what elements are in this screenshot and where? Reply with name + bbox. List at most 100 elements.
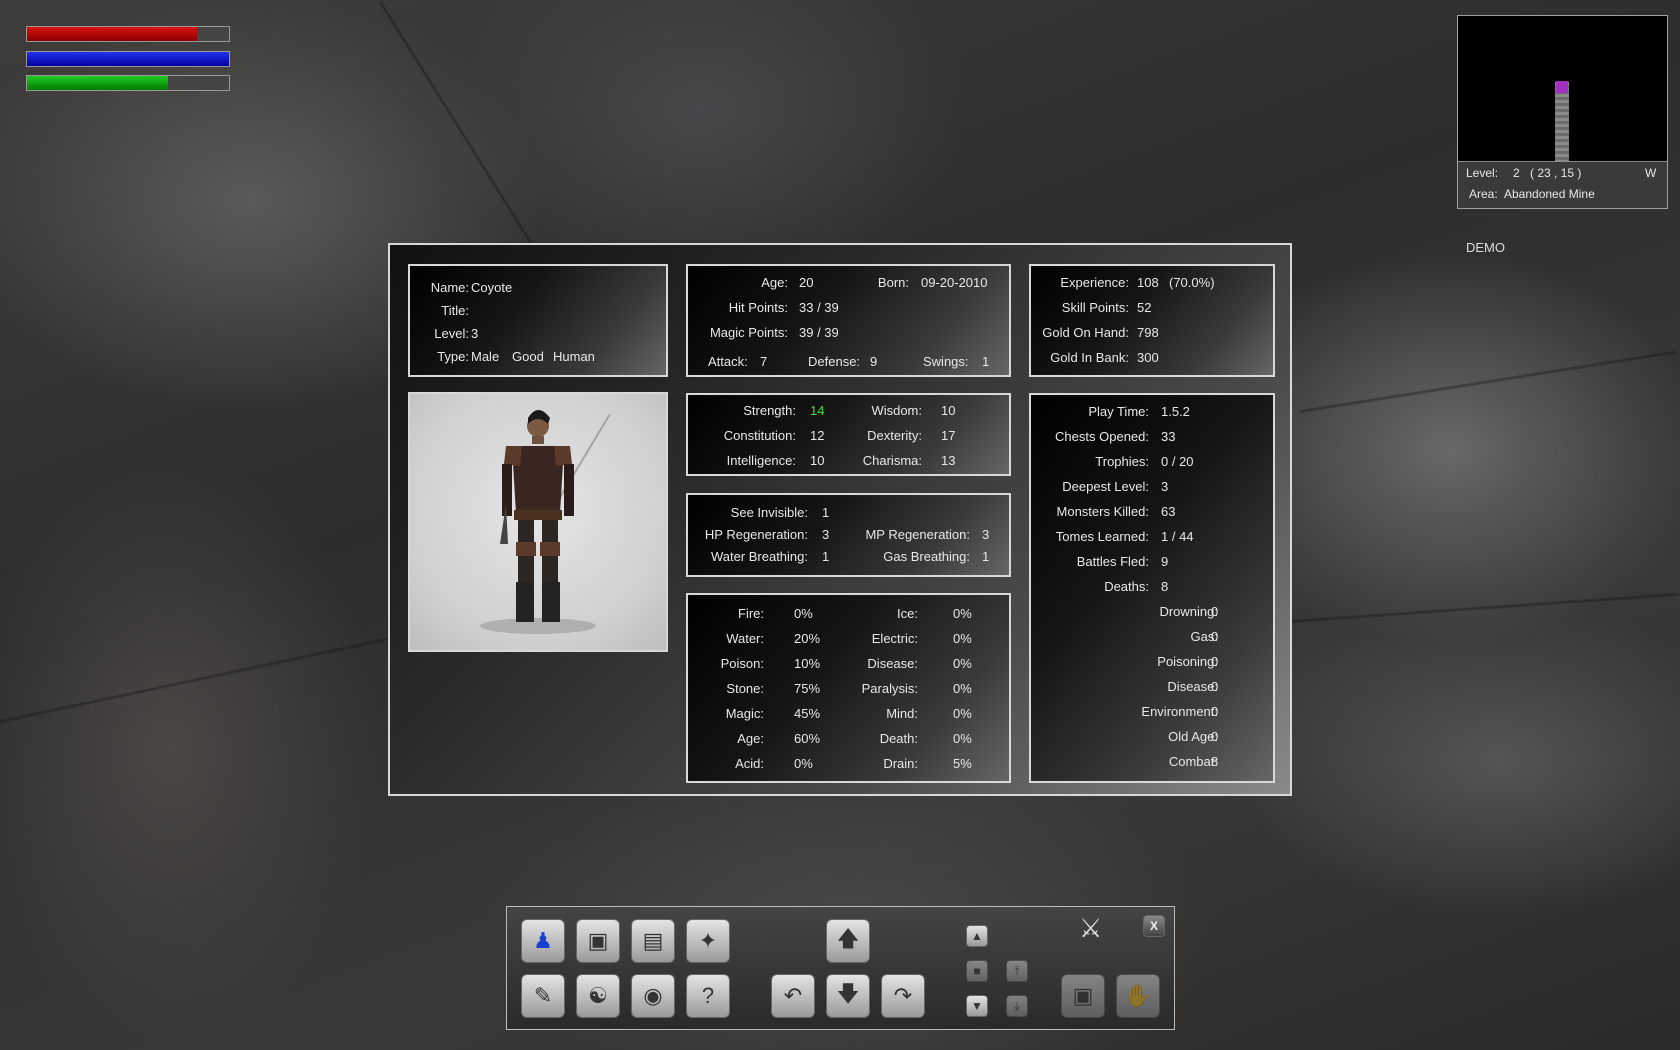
water-breathing-label: Water Breathing: <box>710 549 808 564</box>
spellbook-button[interactable]: ▤ <box>631 919 675 963</box>
climb-down-button[interactable]: ⤓ <box>1006 995 1028 1017</box>
globe-icon: ◉ <box>643 983 663 1008</box>
record-value: 0 <box>1211 604 1219 619</box>
rock-crack <box>1299 350 1676 413</box>
move-back-button[interactable]: 🡇 <box>826 974 870 1018</box>
record-label: Trophies: <box>1095 454 1149 469</box>
skill-points-value: 52 <box>1137 300 1152 315</box>
record-value: 8 <box>1161 579 1169 594</box>
resistance-value: 0% <box>953 606 972 621</box>
record-label: Deepest Level: <box>1062 479 1149 494</box>
minimap-info: Level: 2 ( 23 , 15 ) W Area: Abandoned M… <box>1458 162 1667 208</box>
record-value: 0 <box>1211 704 1219 719</box>
person-icon: ♟ <box>533 928 553 953</box>
resistance-label: Age: <box>737 731 764 746</box>
climb-up-button[interactable]: ⤒ <box>1006 960 1028 982</box>
mp-regeneration-label: MP Regeneration: <box>865 527 970 542</box>
climb-down-icon: ⤓ <box>1014 998 1020 1013</box>
record-value: 0 <box>1211 629 1219 644</box>
resistances-panel: Fire: 0% Ice: 0% Water: 20% Electric: 0% Poison:… <box>686 593 1011 783</box>
water-breathing-value: 1 <box>822 549 830 564</box>
resistance-label: Ice: <box>897 606 918 621</box>
resistance-label: Water: <box>726 631 764 646</box>
character-button[interactable]: ♟ <box>521 919 565 963</box>
character-race: Human <box>553 349 595 364</box>
strength-value: 14 <box>810 403 825 418</box>
minimap[interactable]: Level: 2 ( 23 , 15 ) W Area: Abandoned M… <box>1457 15 1668 209</box>
record-label: Battles Fled: <box>1076 554 1149 569</box>
arrow-up-icon: 🡅 <box>836 926 860 951</box>
record-label: Poisoning: <box>1157 654 1218 669</box>
world-map-button[interactable]: ◉ <box>631 974 675 1018</box>
magic-wand-button[interactable]: ✦ <box>686 919 730 963</box>
resistance-label: Magic: <box>725 706 764 721</box>
character-alignment: Good <box>512 349 544 364</box>
records-panel: Play Time: 1.5.2 Chests Opened: 33 Trophies:… <box>1029 393 1275 783</box>
resistance-value: 0% <box>953 656 972 671</box>
character-name: Coyote <box>471 280 513 295</box>
chest-icon: ▣ <box>587 928 609 953</box>
warrior-figure-icon <box>480 410 612 634</box>
move-forward-button[interactable]: 🡅 <box>826 919 870 963</box>
magic-points-value: 39 / 39 <box>799 325 839 340</box>
scroll-icon: ✎ <box>533 983 553 1008</box>
book-icon: ▤ <box>642 928 664 953</box>
gold-in-bank-value: 300 <box>1137 350 1159 365</box>
turn-right-button[interactable]: ↷ <box>881 974 925 1018</box>
resistance-label: Stone: <box>726 681 764 696</box>
dexterity-value: 17 <box>941 428 956 443</box>
close-button[interactable]: X <box>1143 915 1165 937</box>
wisdom-value: 10 <box>941 403 956 418</box>
identity-panel: Name: Coyote Title: Level: 3 Type: Male … <box>408 264 668 377</box>
resistance-label: Electric: <box>871 631 918 646</box>
minimap-view[interactable] <box>1458 16 1667 162</box>
resistance-value: 5% <box>953 756 972 771</box>
experience-label: Experience: <box>1060 275 1129 290</box>
look-center-button[interactable]: ■ <box>966 960 988 982</box>
mana-bar <box>26 51 230 67</box>
close-icon: X <box>1149 919 1158 933</box>
turn-left-button[interactable]: ↶ <box>771 974 815 1018</box>
record-value: 63 <box>1161 504 1176 519</box>
minimap-level-label: Level: <box>1466 166 1499 180</box>
age-label: Age: <box>761 275 788 290</box>
square-icon: ■ <box>973 964 981 978</box>
age-value: 20 <box>799 275 814 290</box>
skills-button[interactable]: ☯ <box>576 974 620 1018</box>
quests-button[interactable]: ✎ <box>521 974 565 1018</box>
climb-up-icon: ⤒ <box>1014 963 1020 978</box>
resistance-label: Disease: <box>867 656 918 671</box>
record-value: 0 <box>1211 679 1219 694</box>
minimap-area-label: Area: <box>1469 187 1498 201</box>
constitution-value: 12 <box>810 428 825 443</box>
hand-icon: ✋ <box>1124 983 1152 1008</box>
mp-regeneration-value: 3 <box>982 527 990 542</box>
record-value: 8 <box>1211 754 1219 769</box>
interact-button[interactable]: ✋ <box>1116 974 1160 1018</box>
chest-icon: ▣ <box>1072 983 1094 1008</box>
intelligence-label: Intelligence: <box>726 453 796 468</box>
minimap-coords: ( 23 , 15 ) <box>1530 166 1582 180</box>
record-value: 1 / 44 <box>1161 529 1194 544</box>
look-down-button[interactable]: ▼ <box>966 995 988 1017</box>
magic-points-label: Magic Points: <box>709 325 788 340</box>
constitution-label: Constitution: <box>723 428 796 443</box>
help-button[interactable]: ? <box>686 974 730 1018</box>
attack-label: Attack: <box>708 354 748 369</box>
resistance-label: Drain: <box>883 756 918 771</box>
gold-on-hand-label: Gold On Hand: <box>1042 325 1129 340</box>
rock-crack <box>1289 592 1680 623</box>
combat-toggle[interactable]: ⚔ <box>1079 913 1119 949</box>
resistance-label: Mind: <box>886 706 918 721</box>
record-label: Tomes Learned: <box>1055 529 1149 544</box>
title-label: Title: <box>441 303 469 318</box>
character-gender: Male <box>471 349 500 364</box>
record-value: 3 <box>1161 479 1169 494</box>
gas-breathing-value: 1 <box>982 549 990 564</box>
open-chest-button[interactable]: ▣ <box>1061 974 1105 1018</box>
type-label: Type: <box>437 349 469 364</box>
turn-left-icon: ↶ <box>783 983 803 1008</box>
resistance-value: 0% <box>794 606 813 621</box>
look-up-button[interactable]: ▲ <box>966 925 988 947</box>
inventory-button[interactable]: ▣ <box>576 919 620 963</box>
